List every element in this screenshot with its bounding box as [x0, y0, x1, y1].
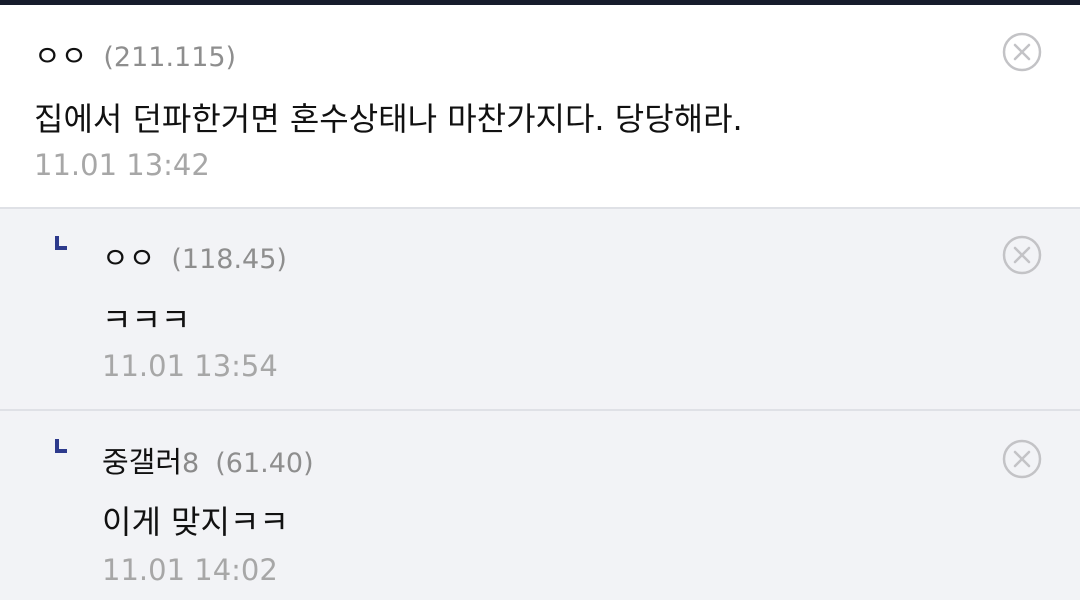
reply-comment-item: 중갤러8 (61.40) 이게 맞지ㅋㅋ 11.01 14:02 — [0, 409, 1080, 600]
comment-ip: (61.40) — [215, 448, 314, 479]
comment-header: ㅇㅇ (118.45) — [102, 235, 287, 277]
delete-button[interactable] — [1002, 235, 1042, 275]
comment-timestamp: 11.01 14:02 — [102, 553, 278, 587]
delete-button[interactable] — [1002, 439, 1042, 479]
reply-arrow-icon — [55, 236, 67, 250]
nickname-main: 중갤러 — [102, 445, 183, 479]
comment-text: 이게 맞지ㅋㅋ — [102, 503, 289, 541]
delete-button[interactable] — [1002, 32, 1042, 72]
comment-text: ㅋㅋㅋ — [102, 301, 191, 339]
comment-timestamp: 11.01 13:54 — [102, 349, 278, 383]
comment-ip: (118.45) — [171, 244, 287, 275]
comment-header: ㅇㅇ (211.115) — [34, 33, 236, 75]
delete-x-circle-icon — [1002, 439, 1042, 479]
reply-arrow-icon — [55, 439, 67, 453]
comment-item: ㅇㅇ (211.115) 집에서 던파한거면 혼수상태나 마찬가지다. 당당해라… — [0, 5, 1080, 207]
comment-text: 집에서 던파한거면 혼수상태나 마찬가지다. 당당해라. — [34, 100, 743, 138]
comment-nickname[interactable]: ㅇㅇ — [34, 33, 87, 75]
comment-nickname[interactable]: 중갤러8 — [102, 439, 199, 481]
nickname-suffix: 8 — [182, 448, 200, 479]
delete-x-circle-icon — [1002, 32, 1042, 72]
comment-timestamp: 11.01 13:42 — [34, 148, 210, 182]
comment-nickname[interactable]: ㅇㅇ — [102, 235, 155, 277]
delete-x-circle-icon — [1002, 235, 1042, 275]
reply-comment-item: ㅇㅇ (118.45) ㅋㅋㅋ 11.01 13:54 — [0, 207, 1080, 409]
comment-header: 중갤러8 (61.40) — [102, 439, 314, 481]
comment-ip: (211.115) — [103, 42, 237, 73]
